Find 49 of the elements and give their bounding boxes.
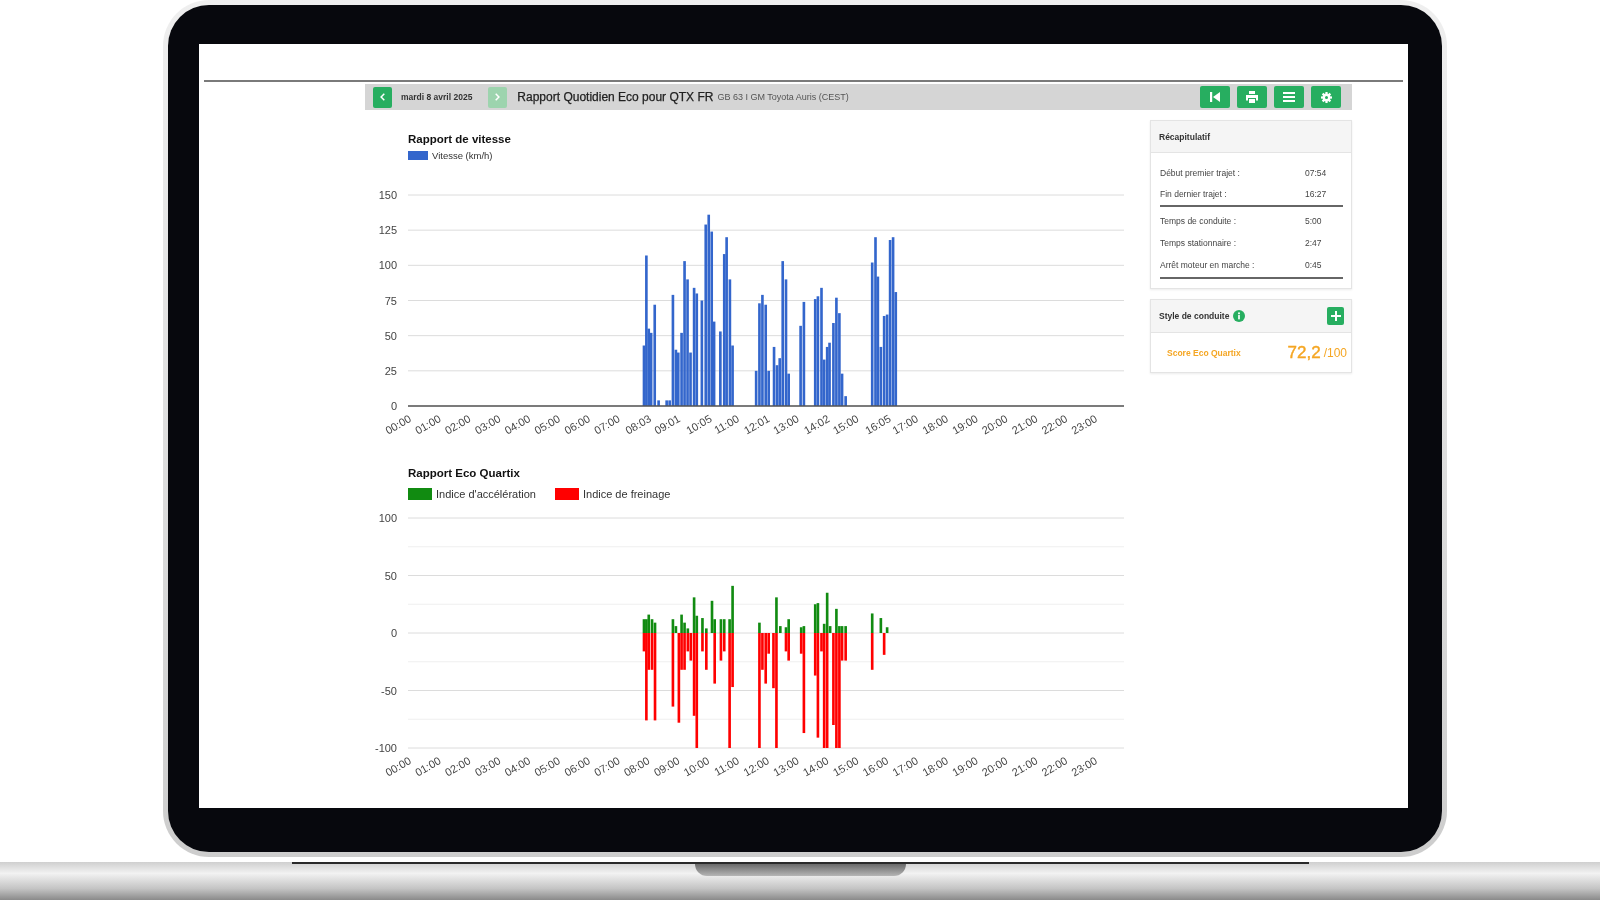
- summary-label: Début premier trajet :: [1160, 167, 1241, 178]
- y-axis-label: 50: [384, 329, 397, 342]
- print-button[interactable]: [1237, 86, 1267, 108]
- y-axis-label: 0: [390, 627, 397, 639]
- printer-icon: [1246, 91, 1258, 103]
- skip-back-icon: [1210, 92, 1220, 102]
- first-day-button[interactable]: [1200, 86, 1230, 108]
- y-axis-label: 125: [378, 224, 397, 237]
- add-button[interactable]: [1327, 307, 1344, 325]
- y-axis-label: -50: [381, 684, 397, 697]
- legend-label: Indice de freinage: [582, 488, 671, 500]
- summary-label: Fin dernier trajet :: [1160, 188, 1228, 199]
- panel-title: Style de conduite: [1159, 311, 1230, 321]
- score-value: 72,2: [1287, 342, 1321, 363]
- summary-value: 5:00: [1305, 216, 1323, 226]
- plus-icon: [1330, 311, 1341, 321]
- legend-label: Vitesse (km/h): [432, 149, 493, 161]
- summary-label: Arrêt moteur en marche :: [1160, 260, 1256, 270]
- y-axis-label: 100: [378, 259, 397, 272]
- y-axis-label: 0: [390, 400, 397, 412]
- settings-button[interactable]: [1311, 86, 1341, 108]
- summary-value: 0:45: [1305, 260, 1323, 270]
- menu-icon: [1283, 92, 1295, 102]
- summary-value: 16:27: [1305, 188, 1328, 199]
- y-axis-label: 150: [378, 189, 397, 201]
- y-axis-label: -100: [374, 742, 397, 754]
- previous-button[interactable]: [373, 86, 392, 108]
- settings-icon: [1320, 91, 1332, 103]
- y-axis-label: 75: [384, 294, 397, 307]
- report-title: Rapport Quotidien Eco pour QTX FR: [517, 90, 714, 104]
- report-subtitle: GB 63 I GM Toyota Auris (CEST): [717, 92, 849, 102]
- y-axis-label: 50: [384, 569, 397, 582]
- y-axis-label: 100: [378, 512, 397, 524]
- y-axis-label: 25: [384, 364, 397, 377]
- chevron-right-icon: [495, 93, 501, 101]
- info-icon: [1233, 310, 1246, 322]
- panel-title: Récapitulatif: [1159, 131, 1210, 142]
- chart-title: Rapport de vitesse: [408, 132, 512, 146]
- summary-label: Temps stationnaire :: [1160, 238, 1238, 248]
- date-label: mardi 8 avril 2025: [401, 92, 473, 102]
- score-max: /100: [1323, 345, 1347, 360]
- list-button[interactable]: [1274, 86, 1304, 108]
- legend-label: Indice d'accélération: [436, 488, 536, 500]
- score-label: Score Eco Quartix: [1167, 347, 1242, 358]
- summary-value: 2:47: [1305, 238, 1323, 248]
- chart-title: Rapport Eco Quartix: [408, 466, 521, 480]
- summary-label: Temps de conduite :: [1160, 216, 1238, 226]
- summary-value: 07:54: [1305, 167, 1328, 178]
- chevron-left-icon: [380, 93, 385, 101]
